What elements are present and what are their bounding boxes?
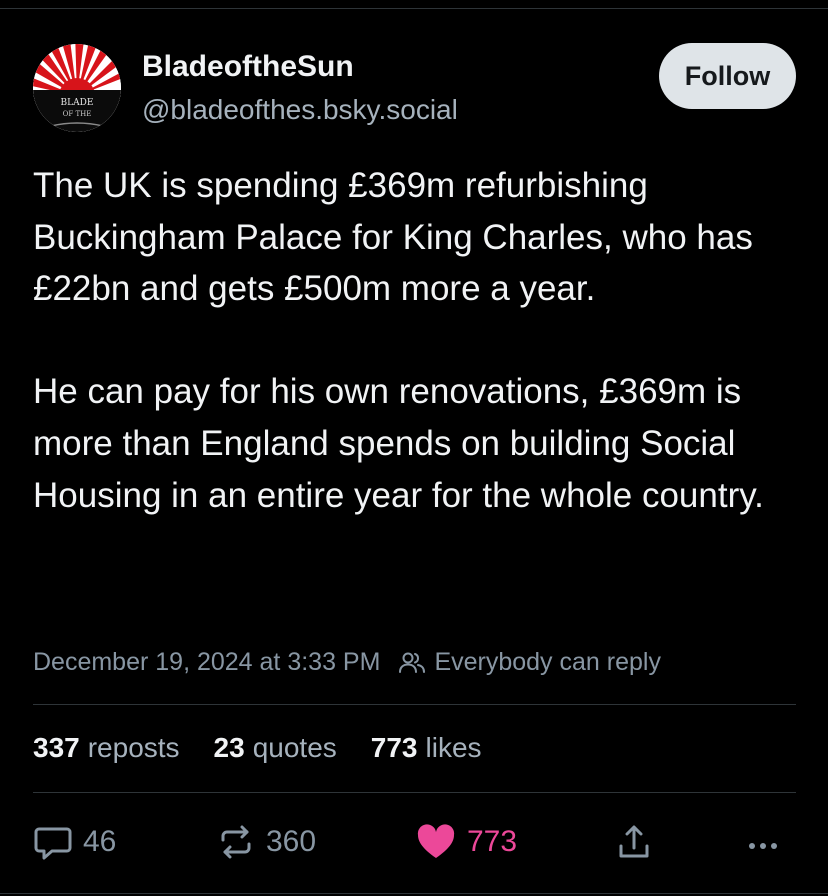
rising-sun-avatar-icon: BLADE OF THE <box>33 44 121 132</box>
reply-button[interactable]: 46 <box>33 818 116 866</box>
people-icon <box>398 651 426 675</box>
post-paragraph: The UK is spending £369m refurbishing Bu… <box>33 166 753 309</box>
repost-icon <box>221 825 251 859</box>
reposts-stat[interactable]: 337 reposts <box>33 732 180 764</box>
follow-button[interactable]: Follow <box>659 43 796 109</box>
post-meta: December 19, 2024 at 3:33 PM Everybody c… <box>33 648 661 677</box>
reply-bubble-icon <box>34 827 72 860</box>
author-handle[interactable]: @bladeofthes.bsky.social <box>142 94 458 126</box>
divider <box>33 792 796 793</box>
share-button[interactable] <box>614 818 654 866</box>
action-bar: 46 360 773 <box>0 818 828 866</box>
like-button[interactable]: 773 <box>415 818 517 866</box>
reply-count: 46 <box>83 825 117 858</box>
divider <box>33 704 796 705</box>
svg-text:BLADE: BLADE <box>61 98 94 108</box>
post-timestamp: December 19, 2024 at 3:33 PM <box>33 648 381 676</box>
reply-setting[interactable]: Everybody can reply <box>434 648 661 677</box>
like-count: 773 <box>467 825 518 858</box>
quotes-stat[interactable]: 23 quotes <box>214 732 337 764</box>
share-icon <box>619 825 649 858</box>
more-button[interactable] <box>743 818 783 866</box>
repost-count: 360 <box>266 825 317 858</box>
author-avatar[interactable]: BLADE OF THE <box>33 44 121 132</box>
engagement-stats: 337 reposts 23 quotes 773 likes <box>33 732 516 764</box>
heart-icon <box>417 824 455 858</box>
more-icon <box>749 843 777 849</box>
top-divider <box>0 8 828 9</box>
post-paragraph: He can pay for his own renovations, £369… <box>33 372 764 515</box>
likes-stat[interactable]: 773 likes <box>371 732 482 764</box>
author-display-name[interactable]: BladeoftheSun <box>142 50 354 84</box>
repost-button[interactable]: 360 <box>216 818 316 866</box>
svg-text:OF THE: OF THE <box>63 110 92 118</box>
bottom-divider <box>0 893 828 894</box>
post-text: The UK is spending £369m refurbishing Bu… <box>33 160 808 521</box>
